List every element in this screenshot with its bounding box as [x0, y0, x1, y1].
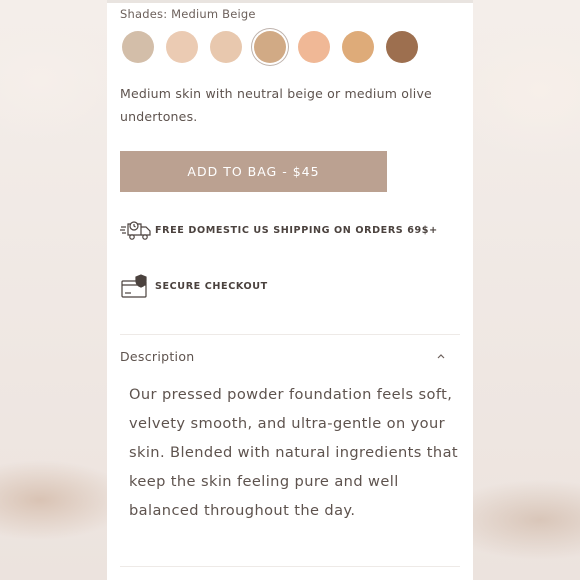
swatch-shade-7[interactable] — [386, 31, 418, 63]
secure-card-icon — [120, 274, 152, 298]
swatch-shade-5[interactable] — [298, 31, 330, 63]
section-divider — [120, 334, 460, 335]
swatch-shade-2[interactable] — [166, 31, 198, 63]
swatch-shade-3[interactable] — [210, 31, 242, 63]
top-divider — [107, 0, 473, 3]
swatch-shade-4[interactable] — [254, 31, 286, 63]
delivery-truck-icon — [120, 218, 152, 242]
swatch-shade-1[interactable] — [122, 31, 154, 63]
description-accordion-title[interactable]: Description — [120, 349, 195, 364]
shipping-text: FREE DOMESTIC US SHIPPING ON ORDERS 69$+ — [155, 224, 438, 236]
bottom-divider — [120, 566, 460, 567]
add-to-bag-button[interactable]: ADD TO BAG - $45 — [120, 151, 387, 192]
secure-feature: SECURE CHECKOUT — [120, 274, 268, 298]
swatch-shade-6[interactable] — [342, 31, 374, 63]
shade-description: Medium skin with neutral beige or medium… — [120, 86, 432, 124]
shipping-feature: FREE DOMESTIC US SHIPPING ON ORDERS 69$+ — [120, 218, 438, 242]
shade-label: Shades: Medium Beige — [120, 7, 256, 21]
description-body: Our pressed powder foundation feels soft… — [129, 386, 459, 519]
secure-text: SECURE CHECKOUT — [155, 280, 268, 292]
chevron-up-icon[interactable] — [435, 351, 447, 361]
product-panel: Shades: Medium Beige Medium skin with ne… — [107, 0, 473, 580]
